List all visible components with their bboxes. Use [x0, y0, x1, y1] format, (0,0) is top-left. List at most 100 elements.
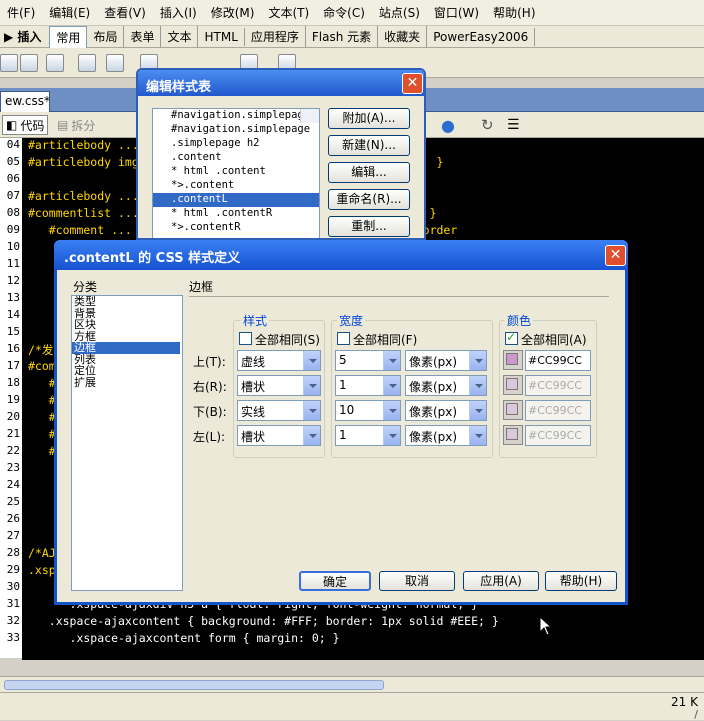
mouse-pointer-icon	[539, 616, 553, 636]
menu-view[interactable]: 查看(V)	[97, 4, 153, 21]
menu-edit[interactable]: 编辑(E)	[42, 4, 97, 21]
code-view-button[interactable]: ◧ 代码	[2, 115, 49, 135]
insert-tab-application[interactable]: 应用程序	[245, 26, 306, 47]
border-style-select[interactable]: 槽状	[237, 375, 321, 396]
color-input[interactable]: #CC99CC	[525, 425, 591, 446]
line-number: 04	[6, 138, 20, 151]
scrollbar-thumb[interactable]	[4, 680, 384, 690]
rename-button[interactable]: 重命名(R)...	[328, 189, 410, 210]
category-item[interactable]: 定位	[72, 365, 182, 377]
border-unit-select[interactable]: 像素(px)	[405, 400, 487, 421]
selector-item[interactable]: .contentL	[153, 193, 319, 207]
selector-list[interactable]: #navigation.simplepage #navigation.simple…	[152, 108, 320, 238]
menu-insert[interactable]: 插入(I)	[153, 4, 204, 21]
color-swatch-button[interactable]	[503, 375, 523, 395]
close-icon[interactable]: ✕	[402, 73, 423, 94]
menu-commands[interactable]: 命令(C)	[316, 4, 372, 21]
layer-icon[interactable]	[106, 54, 124, 72]
hyperlink-icon[interactable]	[0, 54, 18, 72]
insert-tab-powereasy[interactable]: PowerEasy2006	[427, 27, 536, 46]
border-style-select[interactable]: 槽状	[237, 425, 321, 446]
selector-list-scrollbar[interactable]	[300, 109, 319, 123]
selector-item[interactable]: .content	[153, 151, 319, 165]
border-width-select[interactable]: 1	[335, 375, 401, 396]
menu-help[interactable]: 帮助(H)	[486, 4, 542, 21]
border-width-select[interactable]: 10	[335, 400, 401, 421]
insert-tab-flash[interactable]: Flash 元素	[306, 26, 379, 47]
border-style-select[interactable]: 虚线	[237, 350, 321, 371]
selector-item[interactable]: *>.content	[153, 179, 319, 193]
ok-button[interactable]: 确定	[299, 571, 371, 591]
width-group-title: 宽度	[337, 312, 366, 329]
side-label: 下(B):	[193, 405, 227, 419]
cancel-button[interactable]: 取消	[379, 571, 455, 591]
insert-tab-text[interactable]: 文本	[161, 26, 199, 47]
insert-tab-favorites[interactable]: 收藏夹	[378, 26, 428, 47]
insert-tab-common[interactable]: 常用	[49, 25, 88, 48]
category-item[interactable]: 边框	[72, 342, 180, 354]
menu-text[interactable]: 文本(T)	[261, 4, 316, 21]
color-swatch-button[interactable]	[503, 400, 523, 420]
status-bar: 21 K /	[0, 692, 704, 721]
color-input[interactable]: #CC99CC	[525, 400, 591, 421]
color-input[interactable]: #CC99CC	[525, 375, 591, 396]
menu-site[interactable]: 站点(S)	[372, 4, 427, 21]
line-number: 15	[6, 325, 20, 338]
view-options-icon[interactable]: ☰	[504, 115, 523, 135]
insert-tab-html[interactable]: HTML	[198, 27, 245, 46]
color-same-all-checkbox[interactable]	[505, 330, 518, 345]
width-same-all-checkbox[interactable]	[337, 332, 350, 345]
category-item[interactable]: 类型	[72, 296, 182, 308]
browser-preview-icon[interactable]: ●	[438, 115, 458, 135]
split-view-button[interactable]: ▤ 拆分	[54, 115, 98, 135]
insert-tab-forms[interactable]: 表单	[124, 26, 162, 47]
line-number: 21	[6, 427, 20, 440]
help-button[interactable]: 帮助(H)	[545, 571, 617, 591]
menu-window[interactable]: 窗口(W)	[427, 4, 486, 21]
menu-modify[interactable]: 修改(M)	[204, 4, 262, 21]
horizontal-scrollbar[interactable]	[0, 676, 704, 692]
color-swatch-button[interactable]	[503, 425, 523, 445]
category-item[interactable]: 扩展	[72, 377, 182, 389]
selector-item[interactable]: *>.contentR	[153, 221, 319, 235]
chevron-down-icon	[383, 351, 400, 370]
style-same-all-checkbox[interactable]	[239, 332, 252, 345]
chevron-down-icon	[469, 401, 486, 420]
split-view-label: 拆分	[71, 118, 96, 133]
line-number: 05	[6, 155, 20, 168]
edit-button[interactable]: 编辑...	[328, 162, 410, 183]
border-width-select[interactable]: 1	[335, 425, 401, 446]
selector-item[interactable]: .simplepage h2	[153, 137, 319, 151]
document-tab[interactable]: ew.css*	[0, 91, 50, 112]
border-unit-select[interactable]: 像素(px)	[405, 350, 487, 371]
selector-item[interactable]: #navigation.simplepage	[153, 123, 319, 137]
table-icon[interactable]	[78, 54, 96, 72]
line-number: 27	[6, 529, 20, 542]
selector-item[interactable]: * html .content	[153, 165, 319, 179]
duplicate-button[interactable]: 重制...	[328, 216, 410, 237]
menu-file[interactable]: 件(F)	[0, 4, 42, 21]
line-number: 08	[6, 206, 20, 219]
css-dialog-title: .contentL 的 CSS 样式定义	[54, 240, 628, 270]
new-button[interactable]: 新建(N)...	[328, 135, 410, 156]
menu-bar: 件(F) 编辑(E) 查看(V) 插入(I) 修改(M) 文本(T) 命令(C)…	[0, 0, 704, 26]
attach-button[interactable]: 附加(A)...	[328, 108, 410, 129]
color-swatch-button[interactable]	[503, 350, 523, 370]
email-link-icon[interactable]	[20, 54, 38, 72]
insert-bar-label[interactable]: ▶ 插入	[0, 28, 49, 45]
width-same-all-label: 全部相同(F)	[353, 333, 418, 347]
selector-item[interactable]: #navigation.simplepage	[153, 109, 319, 123]
close-icon[interactable]: ✕	[605, 245, 626, 266]
anchor-icon[interactable]	[46, 54, 64, 72]
color-input[interactable]: #CC99CC	[525, 350, 591, 371]
insert-tab-layout[interactable]: 布局	[87, 26, 125, 47]
refresh-icon[interactable]: ↻	[478, 115, 497, 135]
apply-button[interactable]: 应用(A)	[463, 571, 539, 591]
selector-item[interactable]: * html .contentR	[153, 207, 319, 221]
category-item[interactable]: 区块	[72, 319, 182, 331]
border-style-select[interactable]: 实线	[237, 400, 321, 421]
border-unit-select[interactable]: 像素(px)	[405, 425, 487, 446]
border-unit-select[interactable]: 像素(px)	[405, 375, 487, 396]
category-list[interactable]: 类型 背景 区块 方框 边框 列表 定位 扩展	[71, 295, 183, 591]
border-width-select[interactable]: 5	[335, 350, 401, 371]
